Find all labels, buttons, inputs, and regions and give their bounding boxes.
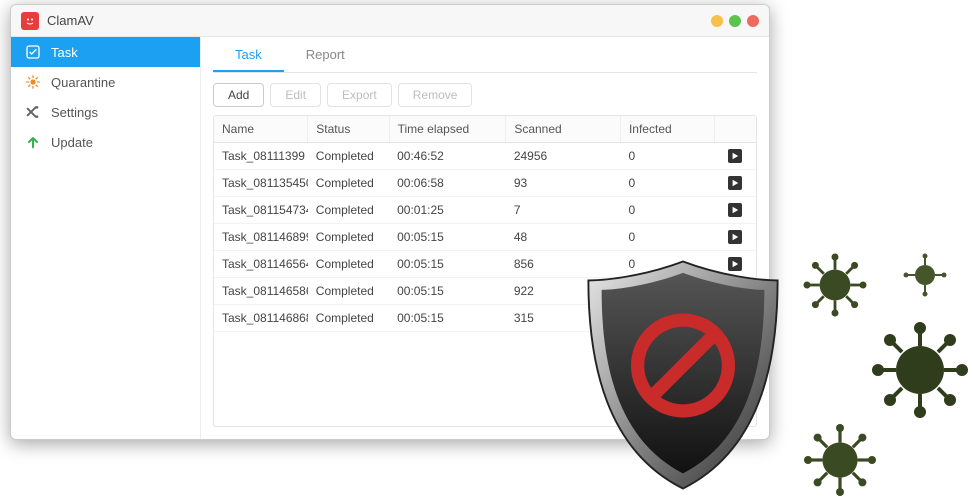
sidebar-item-label: Settings	[51, 105, 98, 120]
cell-scanned: 24956	[506, 143, 621, 170]
cell-time: 00:46:52	[389, 143, 506, 170]
tab-report[interactable]: Report	[284, 39, 367, 72]
cell-action	[714, 224, 756, 251]
col-time[interactable]: Time elapsed	[389, 116, 506, 143]
virus-illustration	[800, 250, 870, 320]
cell-name: Task_081146899	[214, 224, 308, 251]
cell-time: 00:05:15	[389, 224, 506, 251]
virus-illustration	[870, 320, 970, 420]
cell-scanned: 93	[506, 170, 621, 197]
table-row[interactable]: Task_081146868Completed00:05:153150	[214, 305, 756, 332]
cell-time: 00:05:15	[389, 305, 506, 332]
maximize-button[interactable]	[729, 15, 741, 27]
table-row[interactable]: Task_081146586Completed00:05:159220	[214, 278, 756, 305]
app-window: ClamAV Task Quarantine	[10, 4, 770, 440]
cell-action	[714, 170, 756, 197]
table-header-row: Name Status Time elapsed Scanned Infecte…	[214, 116, 756, 143]
table-row[interactable]: Task_08111399Completed00:46:52249560	[214, 143, 756, 170]
sidebar-item-update[interactable]: Update	[11, 127, 200, 157]
cell-name: Task_08111399	[214, 143, 308, 170]
task-table: Name Status Time elapsed Scanned Infecte…	[213, 115, 757, 427]
cell-infected: 0	[620, 278, 714, 305]
col-name[interactable]: Name	[214, 116, 308, 143]
sidebar: Task Quarantine Settings Update	[11, 37, 201, 439]
cell-time: 00:01:25	[389, 197, 506, 224]
col-status[interactable]: Status	[308, 116, 389, 143]
play-icon[interactable]	[728, 230, 742, 244]
cell-scanned: 7	[506, 197, 621, 224]
cell-scanned: 922	[506, 278, 621, 305]
cell-infected: 0	[620, 170, 714, 197]
sidebar-item-label: Task	[51, 45, 78, 60]
cell-scanned: 856	[506, 251, 621, 278]
cell-infected: 0	[620, 143, 714, 170]
settings-icon	[25, 104, 41, 120]
col-action	[714, 116, 756, 143]
table-row[interactable]: Task_081154734Completed00:01:2570	[214, 197, 756, 224]
cell-name: Task_081146586	[214, 278, 308, 305]
cell-action	[714, 305, 756, 332]
play-icon[interactable]	[728, 149, 742, 163]
toolbar: Add Edit Export Remove	[213, 73, 757, 115]
cell-name: Task_081154734	[214, 197, 308, 224]
export-button[interactable]: Export	[327, 83, 392, 107]
edit-button[interactable]: Edit	[270, 83, 321, 107]
cell-infected: 0	[620, 251, 714, 278]
sidebar-item-label: Update	[51, 135, 93, 150]
tabs: Task Report	[213, 37, 757, 73]
cell-infected: 0	[620, 305, 714, 332]
app-title: ClamAV	[47, 13, 703, 28]
table-row[interactable]: Task_081146899Completed00:05:15480	[214, 224, 756, 251]
cell-infected: 0	[620, 197, 714, 224]
add-button[interactable]: Add	[213, 83, 264, 107]
cell-time: 00:05:15	[389, 278, 506, 305]
cell-scanned: 48	[506, 224, 621, 251]
close-button[interactable]	[747, 15, 759, 27]
play-icon[interactable]	[728, 203, 742, 217]
col-scanned[interactable]: Scanned	[506, 116, 621, 143]
cell-name: Task_081135450	[214, 170, 308, 197]
cell-status: Completed	[308, 251, 389, 278]
table-row[interactable]: Task_081135450Completed00:06:58930	[214, 170, 756, 197]
task-icon	[25, 44, 41, 60]
cell-time: 00:05:15	[389, 251, 506, 278]
cell-action	[714, 197, 756, 224]
update-icon	[25, 134, 41, 150]
cell-status: Completed	[308, 278, 389, 305]
cell-infected: 0	[620, 224, 714, 251]
remove-button[interactable]: Remove	[398, 83, 473, 107]
sidebar-item-label: Quarantine	[51, 75, 115, 90]
col-infected[interactable]: Infected	[620, 116, 714, 143]
sidebar-item-quarantine[interactable]: Quarantine	[11, 67, 200, 97]
minimize-button[interactable]	[711, 15, 723, 27]
tab-task[interactable]: Task	[213, 39, 284, 72]
app-icon	[21, 12, 39, 30]
cell-status: Completed	[308, 224, 389, 251]
sidebar-item-task[interactable]: Task	[11, 37, 200, 67]
main-panel: Task Report Add Edit Export Remove Name	[201, 37, 769, 439]
cell-scanned: 315	[506, 305, 621, 332]
quarantine-icon	[25, 74, 41, 90]
cell-action	[714, 251, 756, 278]
cell-status: Completed	[308, 305, 389, 332]
window-controls	[711, 15, 759, 27]
play-icon[interactable]	[728, 176, 742, 190]
cell-action	[714, 143, 756, 170]
cell-name: Task_081146868	[214, 305, 308, 332]
cell-name: Task_081146564	[214, 251, 308, 278]
sidebar-item-settings[interactable]: Settings	[11, 97, 200, 127]
titlebar: ClamAV	[11, 5, 769, 37]
play-icon[interactable]	[728, 257, 742, 271]
virus-illustration	[800, 420, 880, 500]
cell-status: Completed	[308, 143, 389, 170]
cell-status: Completed	[308, 170, 389, 197]
virus-illustration	[900, 250, 950, 300]
cell-action	[714, 278, 756, 305]
table-row[interactable]: Task_081146564Completed00:05:158560	[214, 251, 756, 278]
cell-status: Completed	[308, 197, 389, 224]
window-body: Task Quarantine Settings Update	[11, 37, 769, 439]
cell-time: 00:06:58	[389, 170, 506, 197]
